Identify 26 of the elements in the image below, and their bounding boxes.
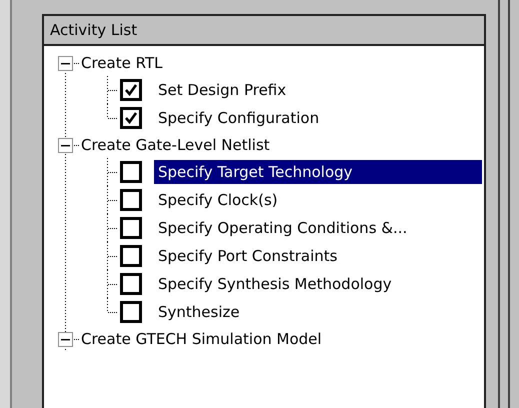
tree-item[interactable]: Specify Port Constraints [154, 244, 482, 268]
tree-item[interactable]: Specify Clock(s) [154, 188, 482, 212]
checkbox[interactable] [120, 301, 142, 323]
tree-item[interactable]: Specify Target Technology [154, 160, 482, 184]
checkbox[interactable] [120, 189, 142, 211]
check-icon [124, 83, 138, 97]
checkbox[interactable] [120, 217, 142, 239]
tree-item[interactable]: Specify Synthesis Methodology [154, 272, 482, 296]
checkbox[interactable] [120, 161, 142, 183]
panel-title: Activity List [50, 21, 138, 39]
checkbox[interactable] [120, 273, 142, 295]
collapse-icon[interactable] [58, 138, 73, 152]
tree-group-label[interactable]: Create GTECH Simulation Model [81, 330, 322, 348]
check-icon [124, 111, 138, 125]
checkbox[interactable] [120, 79, 142, 101]
tree-item[interactable]: Specify Operating Conditions &... [154, 216, 482, 240]
tree-group-label[interactable]: Create Gate-Level Netlist [81, 136, 270, 154]
tree-item[interactable]: Set Design Prefix [154, 78, 482, 102]
checkbox[interactable] [120, 107, 142, 129]
collapse-icon[interactable] [58, 56, 73, 70]
tree-item[interactable]: Synthesize [154, 300, 482, 324]
tree-group-label[interactable]: Create RTL [81, 54, 162, 72]
splitter-bar[interactable] [498, 0, 510, 408]
collapse-icon[interactable] [58, 332, 73, 346]
tree-item[interactable]: Specify Configuration [154, 106, 482, 130]
checkbox[interactable] [120, 245, 142, 267]
